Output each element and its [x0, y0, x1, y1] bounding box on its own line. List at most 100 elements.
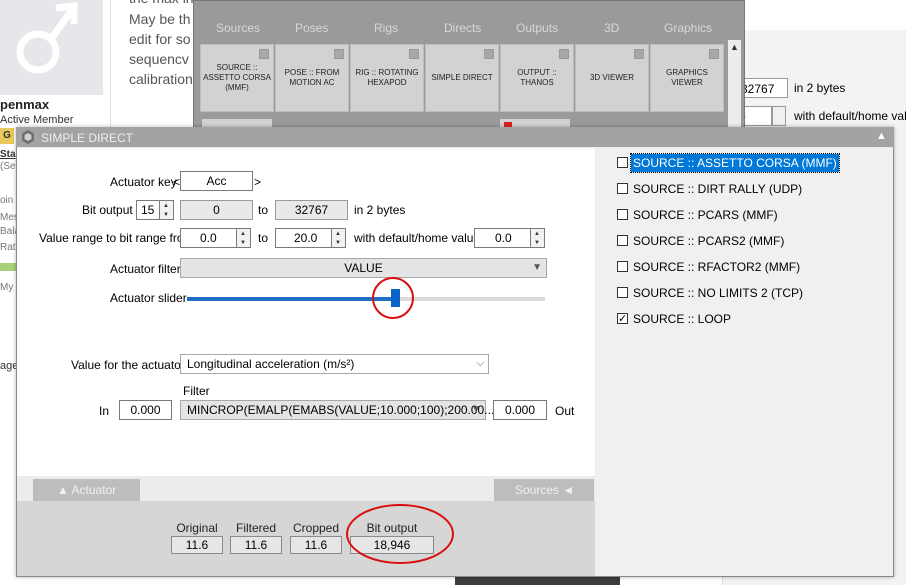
source-checkbox[interactable] — [617, 157, 628, 168]
spin-down-icon[interactable]: ▼ — [533, 239, 541, 247]
stat-filtered-value: 11.6 — [230, 536, 282, 554]
source-label: SOURCE :: PCARS2 (MMF) — [633, 234, 785, 248]
source-checkbox[interactable]: ✓ — [617, 313, 628, 325]
tile-label: 3D VIEWER — [589, 73, 634, 82]
tab-sources-toggle[interactable]: Sources ◄ — [494, 479, 594, 501]
filter-dropdown[interactable]: MINCROP(EMALP(EMABS(VALUE;10.000;100);20… — [180, 400, 494, 420]
stat-filtered-label: Filtered — [235, 521, 276, 535]
bit-range-max-field: 32767 — [275, 200, 348, 220]
spin-down-icon[interactable]: ▼ — [334, 239, 342, 247]
value-range-to-label: to — [258, 231, 269, 245]
dialog-title: SIMPLE DIRECT — [41, 131, 134, 145]
tile-label: OUTPUT :: THANOS — [517, 68, 557, 87]
value-range-from-spinner[interactable]: ▲ ▼ — [237, 228, 251, 248]
sidebar-fragment: (Se — [0, 161, 16, 172]
spin-up-icon[interactable]: ▲ — [162, 202, 170, 210]
male-symbol-icon — [16, 2, 78, 74]
dialog-titlebar[interactable] — [16, 127, 894, 147]
tile-label: GRAPHICS VIEWER — [666, 68, 708, 87]
tab-outputs[interactable]: Outputs — [516, 21, 558, 35]
tab-3d[interactable]: 3D — [604, 21, 619, 35]
default-home-spinner[interactable]: ▲ ▼ — [531, 228, 545, 248]
post-text-line: May be th — [129, 11, 191, 27]
tile-pose[interactable]: POSE :: FROM MOTION AC — [275, 44, 349, 112]
stat-cropped-label: Cropped — [292, 521, 340, 535]
sidebar-fragment: oin — [0, 195, 14, 206]
chevron-down-icon[interactable]: ⌵ — [476, 355, 484, 373]
bit-range-unit-label: in 2 bytes — [354, 203, 406, 217]
actuator-key-next-button[interactable]: > — [254, 175, 261, 189]
value-for-actuator-dropdown[interactable]: Longitudinal acceleration (m/s²) ⌵ — [180, 354, 489, 374]
tab-actuator[interactable]: ▲ Actuator — [33, 479, 140, 501]
value-range-to-field[interactable]: 20.0 — [275, 228, 332, 248]
tile-simple-direct[interactable]: SIMPLE DIRECT — [425, 44, 499, 112]
tab-directs[interactable]: Directs — [444, 21, 481, 35]
actuator-key-field[interactable]: Acc — [180, 171, 253, 191]
value-range-from-field[interactable]: 0.0 — [180, 228, 237, 248]
spin-down-icon[interactable]: ▼ — [162, 211, 170, 219]
value-for-actuator-label: Value for the actuator — [71, 358, 185, 372]
out-label: Out — [555, 404, 575, 418]
tile-checkbox[interactable] — [559, 49, 569, 59]
bit-range-min-field: 0 — [180, 200, 253, 220]
user-avatar — [0, 0, 103, 95]
chevron-down-icon[interactable]: ▼ — [532, 259, 542, 277]
default-home-field[interactable]: 0.0 — [474, 228, 531, 248]
tile-checkbox[interactable] — [259, 49, 269, 59]
tile-graphics-viewer[interactable]: GRAPHICS VIEWER — [650, 44, 724, 112]
spin-down-icon[interactable]: ▼ — [239, 239, 247, 247]
tile-source-assetto[interactable]: SOURCE :: ASSETTO CORSA (MMF) — [200, 44, 274, 112]
source-checkbox[interactable] — [617, 287, 628, 298]
username[interactable]: penmax — [0, 97, 49, 112]
collapse-icon[interactable]: ▲ — [876, 130, 887, 142]
scroll-up-icon[interactable]: ▲ — [730, 42, 739, 52]
value-for-actuator-value: Longitudinal acceleration (m/s²) — [187, 357, 355, 371]
source-checkbox[interactable] — [617, 183, 628, 194]
spin-up-icon[interactable]: ▲ — [239, 230, 247, 238]
stat-cropped-value: 11.6 — [290, 536, 342, 554]
post-text-line: sequencv — [129, 51, 189, 67]
tile-rig[interactable]: RIG :: ROTATING HEXAPOD — [350, 44, 424, 112]
tile-checkbox[interactable] — [634, 49, 644, 59]
value-range-to-spinner[interactable]: ▲ ▼ — [332, 228, 346, 248]
tab-graphics[interactable]: Graphics — [664, 21, 712, 35]
stat-original-label: Original — [176, 521, 218, 535]
bit-output-spinner[interactable]: ▲ ▼ — [160, 200, 174, 220]
background-spinner — [772, 106, 786, 126]
tile-label: RIG :: ROTATING HEXAPOD — [355, 68, 419, 87]
tile-checkbox[interactable] — [709, 49, 719, 59]
tile-checkbox[interactable] — [334, 49, 344, 59]
source-checkbox[interactable] — [617, 209, 628, 220]
bit-output-label: Bit output — [82, 203, 133, 217]
scrollbar[interactable]: ▲ — [728, 40, 741, 128]
tab-actuator-label: ▲ Actuator — [57, 483, 117, 497]
actuator-filter-dropdown[interactable]: VALUE ▼ — [180, 258, 547, 278]
bit-range-to-label: to — [258, 203, 269, 217]
actuator-settings-panel — [17, 148, 595, 476]
tile-output[interactable]: OUTPUT :: THANOS — [500, 44, 574, 112]
actuator-key-prev-button[interactable]: < — [173, 175, 180, 189]
progress-fragment — [0, 263, 16, 271]
spin-up-icon[interactable]: ▲ — [334, 230, 342, 238]
source-label: SOURCE :: NO LIMITS 2 (TCP) — [633, 286, 804, 300]
tab-rigs[interactable]: Rigs — [374, 21, 398, 35]
source-checkbox[interactable] — [617, 261, 628, 272]
app-logo-icon — [22, 130, 34, 144]
source-label: SOURCE :: RFACTOR2 (MMF) — [633, 260, 801, 274]
chevron-down-icon[interactable]: ▼ — [471, 401, 481, 419]
tab-sources-label: Sources ◄ — [515, 483, 575, 497]
spin-up-icon[interactable]: ▲ — [533, 230, 541, 238]
tab-sources[interactable]: Sources — [216, 21, 260, 35]
actuator-slider-label: Actuator slider — [110, 291, 187, 305]
tile-3d-viewer[interactable]: 3D VIEWER — [575, 44, 649, 112]
filter-label: Filter — [183, 384, 210, 398]
sidebar-fragment: Sta — [0, 149, 16, 160]
source-checkbox[interactable] — [617, 235, 628, 246]
background-field-label: in 2 bytes — [794, 81, 846, 95]
tab-poses[interactable]: Poses — [295, 21, 328, 35]
background-field-label: with default/home value — [794, 109, 906, 123]
tile-checkbox[interactable] — [484, 49, 494, 59]
bit-output-field[interactable]: 15 — [136, 200, 160, 220]
tile-checkbox[interactable] — [409, 49, 419, 59]
main-app-window: Sources Poses Rigs Directs Outputs 3D Gr… — [193, 0, 745, 130]
